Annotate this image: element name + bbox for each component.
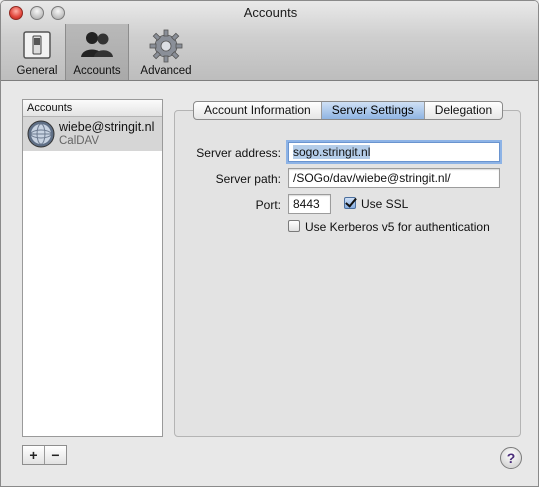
toolbar-advanced[interactable]: Advanced: [135, 24, 197, 80]
tab-delegation[interactable]: Delegation: [423, 102, 502, 119]
accounts-list[interactable]: Accounts wiebe@stringit.nl CalDAV: [22, 99, 163, 437]
use-ssl-checkbox[interactable]: [344, 197, 356, 209]
title-bar: Accounts General Accounts Advanced: [1, 1, 538, 81]
help-button[interactable]: ?: [500, 447, 522, 469]
add-remove-buttons: + −: [22, 445, 67, 465]
server-address-value: sogo.stringit.nl: [293, 145, 371, 159]
globe-icon: [27, 120, 55, 148]
window-title: Accounts: [243, 5, 298, 20]
port-label: Port:: [255, 198, 281, 212]
toolbar-accounts[interactable]: Accounts: [65, 24, 129, 80]
toolbar-advanced-label: Advanced: [140, 65, 192, 77]
server-address-label: Server address:: [196, 146, 281, 160]
use-ssl-label: Use SSL: [361, 197, 409, 211]
add-account-button[interactable]: +: [23, 446, 44, 464]
server-address-field[interactable]: sogo.stringit.nl: [288, 142, 500, 162]
switch-icon: [23, 31, 51, 59]
tab-bar: Account Information Server Settings Dele…: [193, 101, 504, 120]
server-path-field[interactable]: /SOGo/dav/wiebe@stringit.nl/: [288, 168, 500, 188]
account-type: CalDAV: [59, 135, 100, 147]
toolbar-general-label: General: [16, 65, 58, 77]
remove-account-button[interactable]: −: [44, 446, 66, 464]
kerberos-label: Use Kerberos v5 for authentication: [305, 220, 490, 234]
accounts-list-header: Accounts: [23, 100, 162, 117]
toolbar-general[interactable]: General: [11, 24, 63, 80]
gear-icon: [149, 29, 183, 63]
people-icon: [81, 32, 113, 57]
preferences-window: Accounts General Accounts Advanced Accou…: [0, 0, 539, 487]
port-field[interactable]: 8443: [288, 194, 331, 214]
toolbar-accounts-label: Accounts: [73, 65, 121, 77]
list-item[interactable]: wiebe@stringit.nl CalDAV: [23, 117, 162, 151]
server-path-label: Server path:: [215, 172, 281, 186]
account-name: wiebe@stringit.nl: [59, 120, 155, 134]
tab-account-information[interactable]: Account Information: [194, 102, 321, 119]
kerberos-checkbox[interactable]: [288, 220, 300, 232]
tab-server-settings[interactable]: Server Settings: [320, 102, 424, 119]
